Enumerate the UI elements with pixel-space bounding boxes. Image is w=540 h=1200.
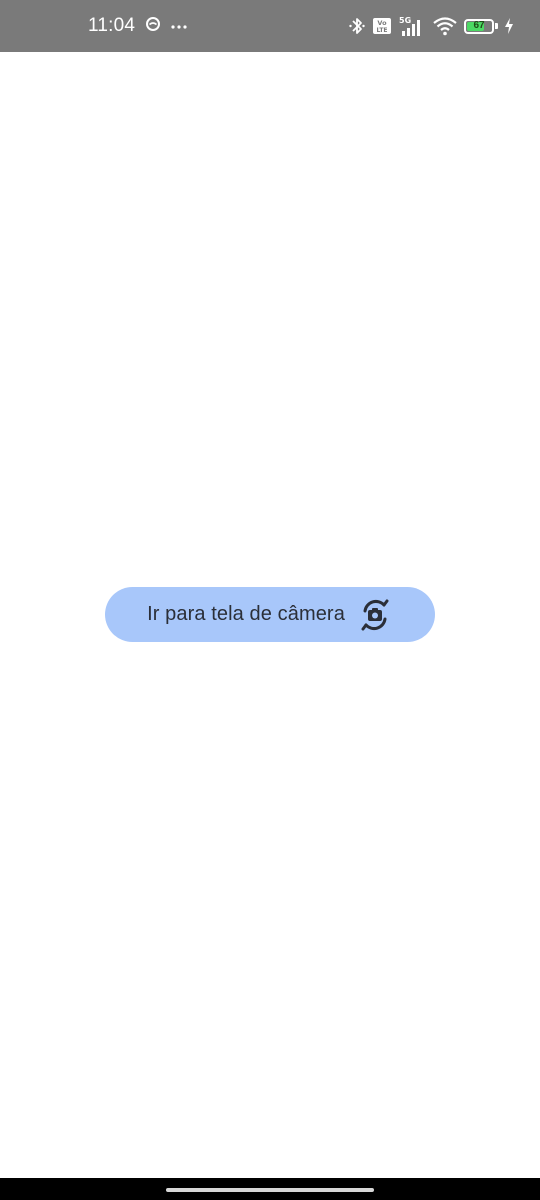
- battery-icon: 67: [464, 18, 498, 34]
- battery-body: 67: [464, 18, 494, 34]
- go-to-camera-button-label: Ir para tela de câmera: [147, 603, 345, 625]
- network-type-label: 5G: [399, 16, 411, 25]
- wifi-icon: [432, 16, 458, 36]
- more-icon: [171, 17, 187, 35]
- volte-label-top: Vo: [377, 19, 387, 27]
- go-to-camera-button[interactable]: Ir para tela de câmera: [105, 587, 435, 642]
- battery-level: 67: [473, 20, 485, 31]
- status-bar: 11:04 Vo LTE 5G 67: [0, 0, 540, 52]
- volte-icon: Vo LTE: [372, 17, 392, 35]
- home-indicator[interactable]: [166, 1188, 374, 1192]
- status-right: Vo LTE 5G 67: [348, 0, 514, 52]
- bluetooth-icon: [348, 16, 366, 36]
- volte-label-bottom: LTE: [376, 27, 387, 34]
- cell-signal-icon: 5G: [398, 15, 426, 37]
- screen: 11:04 Vo LTE 5G 67 Ir para tela de câmer…: [0, 0, 540, 1200]
- clock: 11:04: [88, 15, 136, 36]
- status-left: 11:04: [88, 0, 187, 52]
- battery-cap: [495, 23, 498, 29]
- switch-camera-icon: [357, 597, 393, 633]
- charging-icon: [504, 18, 514, 34]
- notification-app-icon: [145, 16, 161, 37]
- navigation-bar: [0, 1178, 540, 1200]
